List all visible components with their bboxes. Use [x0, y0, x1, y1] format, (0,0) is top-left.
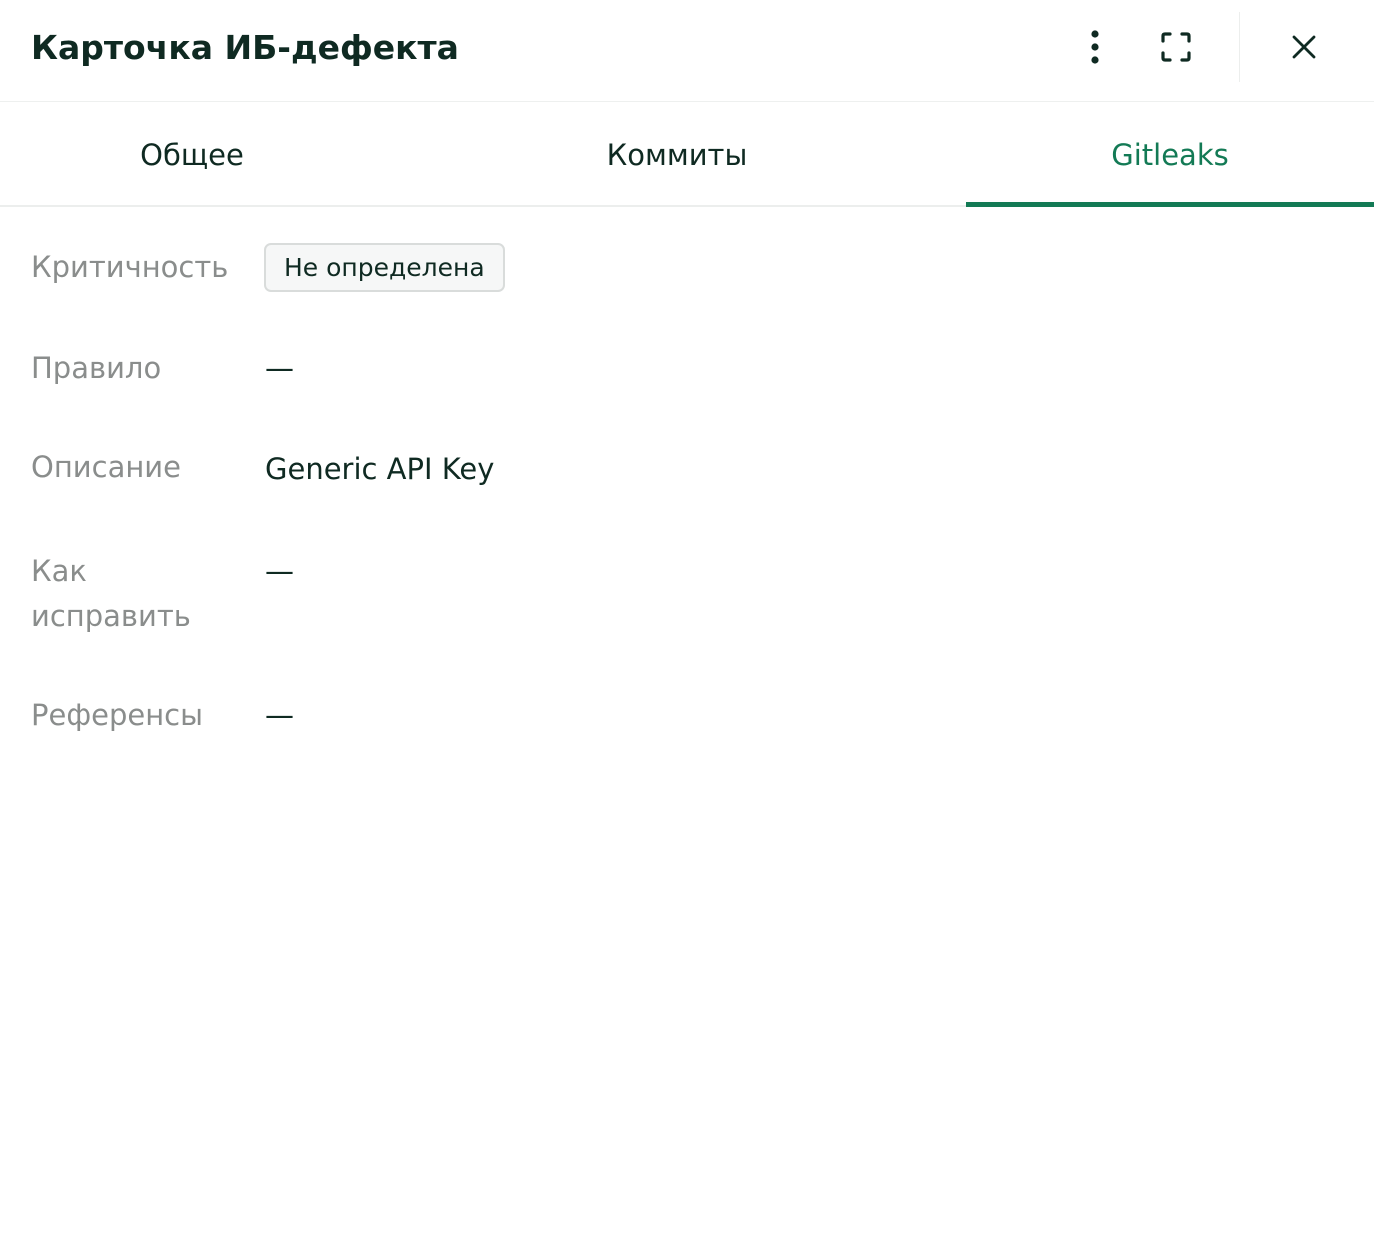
more-vertical-icon — [1091, 30, 1099, 64]
tab-bar: Общее Коммиты Gitleaks — [0, 102, 1374, 207]
references-row: Референсы — — [31, 693, 1341, 738]
page-title: Карточка ИБ-дефекта — [31, 28, 459, 67]
rule-value: — — [265, 351, 294, 385]
how-to-fix-value: — — [265, 554, 294, 588]
how-to-fix-row: Как исправить — — [31, 549, 1341, 641]
tab-gitleaks[interactable]: Gitleaks — [966, 102, 1374, 207]
fullscreen-icon — [1161, 32, 1191, 62]
rule-label: Правило — [31, 351, 162, 385]
how-to-fix-label-line2: исправить — [31, 599, 191, 633]
close-button[interactable] — [1278, 21, 1330, 73]
references-value: — — [265, 698, 294, 732]
references-label: Референсы — [31, 698, 204, 732]
active-tab-indicator — [966, 202, 1374, 207]
close-icon — [1292, 35, 1316, 59]
severity-label: Критичность — [31, 250, 229, 284]
tab-general[interactable]: Общее — [0, 102, 384, 207]
rule-row: Правило — — [31, 346, 1341, 391]
header-divider — [1239, 12, 1240, 82]
fullscreen-button[interactable] — [1150, 21, 1202, 73]
more-options-button[interactable] — [1069, 21, 1121, 73]
description-label: Описание — [31, 450, 181, 484]
how-to-fix-label-line1: Как — [31, 554, 87, 588]
description-value: Generic API Key — [265, 452, 495, 486]
defect-card-panel: Карточка ИБ-дефекта Общее Коммиты Gitlea… — [0, 0, 1374, 1244]
tab-commits[interactable]: Коммиты — [384, 102, 970, 207]
severity-badge: Не определена — [264, 243, 505, 292]
description-row: Описание Generic API Key — [31, 445, 1341, 493]
severity-row: Критичность Не определена — [31, 243, 1341, 293]
panel-header: Карточка ИБ-дефекта — [0, 0, 1374, 102]
